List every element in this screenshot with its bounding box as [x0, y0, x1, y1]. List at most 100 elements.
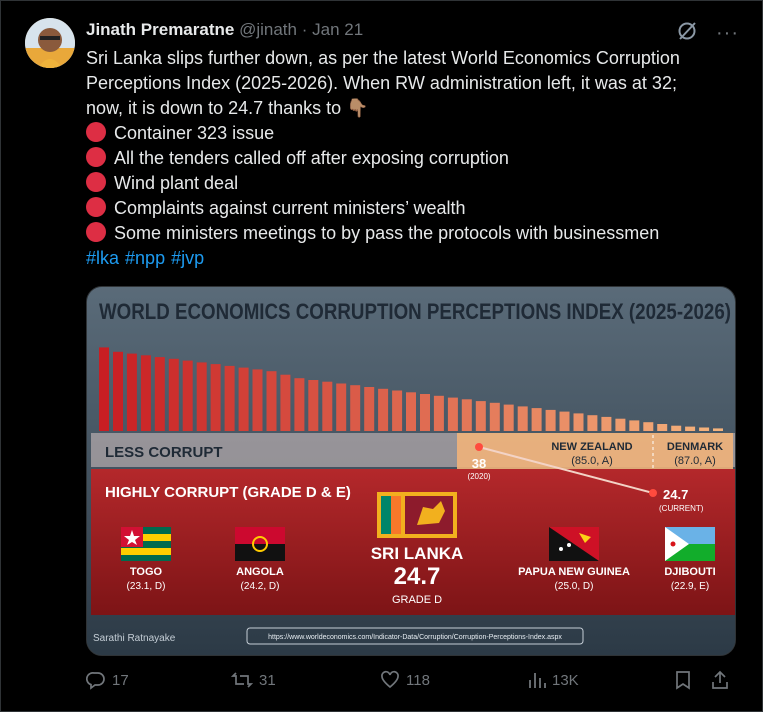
views-button[interactable]: 13K [526, 670, 579, 690]
score-bar [475, 401, 486, 431]
score-bar [685, 426, 696, 431]
hashtag-link[interactable]: #lka [86, 248, 119, 268]
like-button[interactable]: 118 [380, 670, 430, 690]
score-bar [713, 428, 723, 431]
bullet-item: Container 323 issue [86, 121, 746, 146]
bullet-text: Wind plant deal [114, 173, 239, 193]
text-line-part: now, it is down to 24.7 thanks to [86, 98, 342, 118]
score-bar [336, 383, 347, 431]
avatar[interactable] [25, 18, 75, 68]
past-score: 38 [472, 456, 486, 471]
score-bar [294, 378, 305, 431]
hashtags: #lka #npp #jvp [86, 246, 746, 271]
country-value: (25.0, D) [555, 581, 594, 592]
djibouti-flag-icon [665, 527, 715, 561]
score-bar [113, 351, 123, 431]
score-bar [392, 390, 403, 431]
bullet-item: Wind plant deal [86, 171, 746, 196]
score-bar [182, 360, 193, 431]
red-circle-icon [86, 197, 106, 217]
hashtag-link[interactable]: #npp [125, 248, 165, 268]
red-circle-icon [86, 172, 106, 192]
repost-icon [231, 672, 253, 688]
grok-icon[interactable] [676, 20, 698, 42]
like-count: 118 [406, 671, 430, 689]
highly-corrupt-label: HIGHLY CORRUPT (GRADE D & E) [105, 484, 351, 501]
papua-new-guinea-flag-icon [549, 527, 599, 561]
score-bar [433, 395, 444, 431]
score-bar [420, 394, 430, 431]
credit: Sarathi Ratnayake [93, 633, 176, 644]
score-bar [461, 399, 472, 431]
score-bar [503, 404, 514, 431]
score-bar [126, 353, 137, 431]
score-bar [266, 371, 277, 431]
heart-icon [381, 670, 399, 689]
tweet-date[interactable]: Jan 21 [312, 20, 363, 39]
country-value: (23.1, D) [127, 581, 166, 592]
current-label: (CURRENT) [659, 504, 704, 513]
country-name: DJIBOUTI [664, 566, 715, 578]
sri-lanka-grade: GRADE D [392, 594, 442, 606]
hashtag-link[interactable]: #jvp [171, 248, 204, 268]
score-bar [699, 427, 710, 431]
author-name[interactable]: Jinath Premaratne [86, 20, 234, 39]
score-bar [196, 362, 207, 431]
share-icon [712, 670, 728, 689]
score-bar [238, 367, 249, 431]
past-year: (2020) [467, 472, 490, 481]
pointing-down-emoji: 👇🏽 [346, 98, 369, 118]
score-bar [350, 385, 361, 431]
tweet-actions: 17 31 118 13K [86, 668, 736, 698]
score-bar [587, 415, 598, 431]
score-bar [140, 355, 151, 431]
score-bar [378, 388, 389, 431]
bullet-text: Container 323 issue [114, 123, 275, 143]
avatar-photo [25, 18, 75, 68]
togo-flag-icon [121, 527, 171, 561]
sri-lanka-name: SRI LANKA [371, 544, 464, 563]
red-circle-icon [86, 147, 106, 167]
new-zealand-value: (85.0, A) [571, 455, 613, 467]
country-name: PAPUA NEW GUINEA [518, 566, 630, 578]
text-line: Perceptions Index (2025-2026). When RW a… [86, 73, 677, 93]
bullet-text: Some ministers meetings to by pass the p… [114, 223, 660, 243]
current-score: 24.7 [663, 487, 688, 502]
score-bar [573, 413, 584, 431]
score-bar [531, 408, 542, 431]
score-bar [224, 365, 235, 431]
red-circle-icon [86, 222, 106, 242]
less-corrupt-label: LESS CORRUPT [105, 444, 223, 461]
repost-button[interactable]: 31 [231, 670, 276, 690]
denmark-label: DENMARK [667, 441, 723, 453]
reply-count: 17 [112, 671, 129, 689]
infographic: WORLD ECONOMICS CORRUPTION PERCEPTIONS I… [87, 287, 735, 655]
bullet-item: Complaints against current ministers’ we… [86, 196, 746, 221]
score-bar [517, 406, 528, 431]
tweet-media-image[interactable]: WORLD ECONOMICS CORRUPTION PERCEPTIONS I… [86, 286, 736, 656]
score-bar [657, 424, 668, 431]
infographic-title: WORLD ECONOMICS CORRUPTION PERCEPTIONS I… [99, 299, 731, 324]
bullet-text: All the tenders called off after exposin… [114, 148, 509, 168]
score-bar [99, 347, 109, 431]
red-circle-icon [86, 122, 106, 142]
score-bar [406, 392, 416, 431]
bookmark-button[interactable] [674, 670, 698, 690]
new-zealand-label: NEW ZEALAND [551, 441, 632, 453]
score-bar [210, 364, 221, 431]
score-bar [629, 420, 640, 431]
share-button[interactable] [710, 670, 736, 690]
score-bar [322, 381, 333, 431]
score-bar [168, 358, 179, 431]
more-options-icon[interactable]: ··· [716, 22, 739, 45]
angola-flag-icon [235, 527, 285, 561]
reply-button[interactable]: 17 [86, 670, 129, 690]
separator: · [301, 20, 308, 39]
score-bar [364, 387, 375, 431]
tweet-header: Jinath Premaratne @jinath · Jan 21 [86, 20, 363, 40]
author-handle[interactable]: @jinath [239, 20, 297, 39]
denmark-value: (87.0, A) [674, 455, 716, 467]
score-bar [559, 411, 570, 431]
score-bar [601, 416, 612, 431]
score-bar [545, 409, 556, 431]
